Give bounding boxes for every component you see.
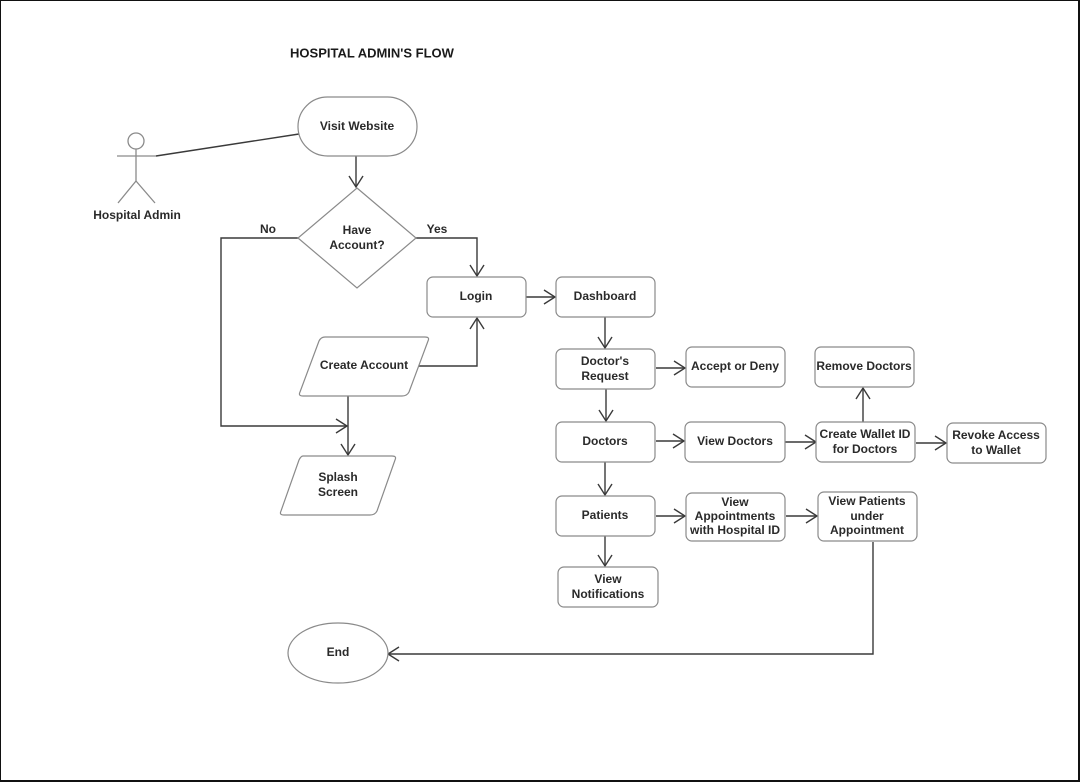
node-label-line1: Have: [343, 223, 372, 237]
edge-doctors-view-doctors: [656, 433, 686, 449]
edge-patients-view-notifications: [597, 536, 613, 568]
edge-have-account-login-yes: [416, 237, 485, 278]
node-label-line1: View: [594, 572, 622, 586]
edge-visit-website-have-account: [348, 156, 364, 189]
edge-view-doctors-create-wallet: [785, 434, 818, 450]
node-label-line2: to Wallet: [971, 443, 1021, 457]
node-create-account[interactable]: Create Account: [298, 336, 430, 397]
flowchart: HOSPITAL ADMIN'S FLOW Hospital Admin No …: [93, 45, 1047, 684]
edge-create-wallet-remove-doctors: [855, 386, 871, 422]
node-label-line1: Doctor's: [581, 354, 630, 368]
node-revoke-access[interactable]: Revoke Access to Wallet: [946, 422, 1047, 464]
node-label-line1: Splash: [318, 470, 357, 484]
edge-label-yes: Yes: [427, 222, 448, 236]
edge-have-account-splash-no: [220, 237, 349, 434]
actor-label: Hospital Admin: [93, 208, 181, 222]
node-label-line3: Appointment: [830, 523, 904, 537]
edge-label-no: No: [260, 222, 276, 236]
node-label-line1: View: [721, 495, 749, 509]
node-label: Patients: [582, 508, 629, 522]
node-label: End: [327, 645, 350, 659]
node-have-account-decision[interactable]: Have Account?: [297, 187, 417, 289]
node-create-wallet-id[interactable]: Create Wallet ID for Doctors: [815, 421, 916, 463]
edge-doctors-request-doctors: [598, 389, 614, 423]
node-label: Doctors: [582, 434, 628, 448]
edge-create-wallet-revoke-access: [916, 435, 948, 451]
node-label: Visit Website: [320, 119, 395, 133]
edge-doctors-request-accept-deny: [656, 360, 687, 376]
node-label-line1: View Patients: [828, 494, 905, 508]
actor-hospital-admin[interactable]: Hospital Admin: [93, 132, 181, 222]
stick-figure-icon: [117, 132, 156, 204]
node-view-doctors[interactable]: View Doctors: [684, 421, 786, 463]
node-visit-website[interactable]: Visit Website: [297, 96, 418, 157]
node-label-line2: for Doctors: [833, 442, 898, 456]
edges: [155, 133, 948, 662]
node-view-notifications[interactable]: View Notifications: [557, 566, 659, 608]
node-label-line3: with Hospital ID: [689, 523, 780, 537]
diagram-title: HOSPITAL ADMIN'S FLOW: [290, 45, 455, 60]
diagram-canvas: HOSPITAL ADMIN'S FLOW Hospital Admin No …: [0, 0, 1080, 782]
node-dashboard[interactable]: Dashboard: [555, 276, 656, 318]
node-doctors[interactable]: Doctors: [555, 421, 656, 463]
node-label: Dashboard: [574, 289, 637, 303]
edge-view-appointments-view-patients: [786, 508, 819, 524]
edge-actor-visit-website: [155, 133, 300, 157]
edge-doctors-patients: [597, 462, 613, 497]
node-label: Accept or Deny: [691, 359, 779, 373]
node-label-line2: Appointments: [695, 509, 776, 523]
edge-dashboard-doctors-request: [597, 317, 613, 350]
node-splash-screen[interactable]: Splash Screen: [279, 455, 397, 516]
node-accept-or-deny[interactable]: Accept or Deny: [685, 346, 786, 388]
node-label-line1: Create Wallet ID: [820, 427, 911, 441]
node-label-line1: Revoke Access: [952, 428, 1040, 442]
node-label-line2: under: [850, 509, 884, 523]
node-label-line2: Notifications: [572, 587, 645, 601]
node-label-line2: Request: [581, 369, 628, 383]
node-login[interactable]: Login: [426, 276, 527, 318]
node-label-line2: Screen: [318, 485, 358, 499]
node-label: Create Account: [320, 358, 408, 372]
node-label: View Doctors: [697, 434, 773, 448]
node-end[interactable]: End: [287, 622, 389, 684]
node-label-line2: Account?: [329, 238, 384, 252]
node-doctors-request[interactable]: Doctor's Request: [555, 348, 656, 390]
node-view-appointments[interactable]: View Appointments with Hospital ID: [685, 492, 786, 542]
node-patients[interactable]: Patients: [555, 495, 656, 537]
edge-login-dashboard: [526, 289, 557, 305]
edge-patients-view-appointments: [656, 508, 687, 524]
node-remove-doctors[interactable]: Remove Doctors: [814, 346, 915, 388]
node-view-patients-under-appointment[interactable]: View Patients under Appointment: [817, 491, 918, 542]
node-label: Remove Doctors: [816, 359, 912, 373]
node-label: Login: [460, 289, 493, 303]
